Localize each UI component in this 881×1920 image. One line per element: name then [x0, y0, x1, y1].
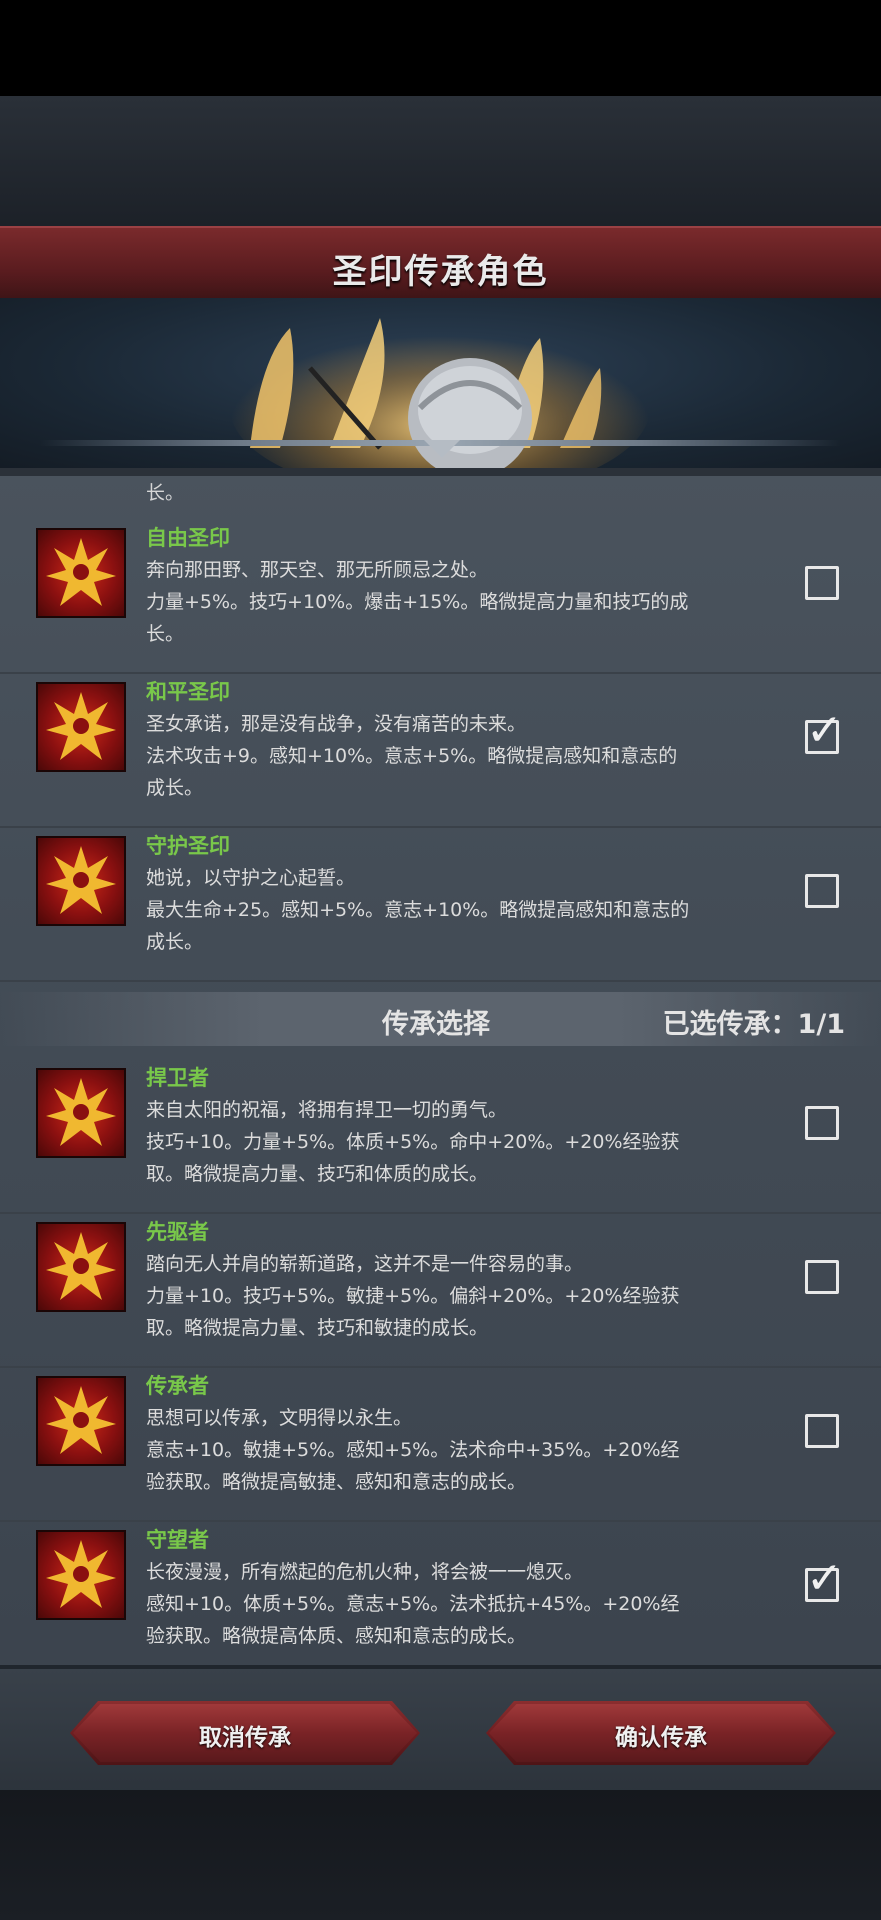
seal-stats-text: 力量+5%。技巧+10%。爆击+15%。略微提高力量和技巧的成 — [146, 591, 689, 613]
legacy-icon — [36, 1376, 126, 1466]
legacy-checkbox-checked[interactable]: ✓ — [805, 1557, 843, 1602]
seal-name: 和平圣印 — [146, 680, 230, 704]
background-lower — [0, 1790, 881, 1920]
confirm-legacy-label: 确认传承 — [615, 1725, 707, 1751]
seal-checkbox-checked[interactable]: ✓ — [805, 709, 843, 754]
legacy-description: 踏向无人并肩的崭新道路，这并不是一件容易的事。 力量+10。技巧+5%。敏捷+5… — [146, 1248, 786, 1344]
action-footer: 取消传承 确认传承 — [0, 1665, 881, 1794]
legacy-icon — [36, 1530, 126, 1620]
legacy-checkbox[interactable] — [805, 1414, 839, 1448]
legacy-description: 思想可以传承，文明得以永生。 意志+10。敏捷+5%。感知+5%。法术命中+35… — [146, 1402, 786, 1498]
seal-stats-text: 法术攻击+9。感知+10%。意志+5%。略微提高感知和意志的 — [146, 745, 678, 767]
seal-checkbox[interactable] — [805, 566, 839, 600]
seal-icon — [36, 682, 126, 772]
legacy-flavor-text: 长夜漫漫，所有燃起的危机火种，将会被一一熄灭。 — [146, 1561, 584, 1583]
legacy-description: 长夜漫漫，所有燃起的危机火种，将会被一一熄灭。 感知+10。体质+5%。意志+5… — [146, 1556, 786, 1652]
selected-count: 已选传承：1/1 — [662, 1009, 845, 1040]
legacy-checkbox[interactable] — [805, 1106, 839, 1140]
background-upper — [0, 96, 881, 226]
section-title: 传承选择 — [382, 1009, 490, 1040]
legacy-description: 来自太阳的祝福，将拥有捍卫一切的勇气。 技巧+10。力量+5%。体质+5%。命中… — [146, 1094, 786, 1190]
legacy-stats-text: 技巧+10。力量+5%。体质+5%。命中+20%。+20%经验获 — [146, 1131, 680, 1153]
list-item-cutoff-text: 长。 — [146, 482, 185, 504]
title-banner: 圣印传承角色 — [0, 226, 881, 302]
legacy-checkbox[interactable] — [805, 1260, 839, 1294]
seal-stats-text-cont: 成长。 — [146, 931, 204, 953]
legacy-stats-text: 感知+10。体质+5%。意志+5%。法术抵抗+45%。+20%经 — [146, 1593, 680, 1615]
legacy-stats-text-cont: 取。略微提高力量、技巧和体质的成长。 — [146, 1163, 489, 1185]
legacy-section-header: 传承选择 已选传承：1/1 — [0, 992, 881, 1046]
cancel-legacy-button[interactable]: 取消传承 — [70, 1701, 420, 1765]
page-title: 圣印传承角色 — [332, 252, 549, 292]
list-item-legacy-watcher[interactable]: 守望者 长夜漫漫，所有燃起的危机火种，将会被一一熄灭。 感知+10。体质+5%。… — [0, 1520, 881, 1665]
list-item-seal-guardian[interactable]: 守护圣印 她说，以守护之心起誓。 最大生命+25。感知+5%。意志+10%。略微… — [0, 826, 881, 982]
seal-name: 守护圣印 — [146, 834, 230, 858]
seal-description: 奔向那田野、那天空、那无所顾忌之处。 力量+5%。技巧+10%。爆击+15%。略… — [146, 554, 786, 650]
legacy-stats-text-cont: 验获取。略微提高体质、感知和意志的成长。 — [146, 1625, 527, 1647]
legacy-name: 守望者 — [146, 1528, 209, 1552]
scroll-down-indicator — [424, 440, 460, 458]
seal-stats-text-cont: 成长。 — [146, 777, 204, 799]
legacy-flavor-text: 踏向无人并肩的崭新道路，这并不是一件容易的事。 — [146, 1253, 584, 1275]
check-icon: ✓ — [806, 705, 843, 756]
status-bar-area — [0, 0, 881, 96]
character-art — [0, 298, 881, 468]
list-item-legacy-pioneer[interactable]: 先驱者 踏向无人并肩的崭新道路，这并不是一件容易的事。 力量+10。技巧+5%。… — [0, 1212, 881, 1368]
legacy-name: 捍卫者 — [146, 1066, 209, 1090]
legacy-stats-text-cont: 验获取。略微提高敏捷、感知和意志的成长。 — [146, 1471, 527, 1493]
legacy-icon — [36, 1222, 126, 1312]
seal-description: 圣女承诺，那是没有战争，没有痛苦的未来。 法术攻击+9。感知+10%。意志+5%… — [146, 708, 786, 804]
legacy-stats-text: 力量+10。技巧+5%。敏捷+5%。偏斜+20%。+20%经验获 — [146, 1285, 680, 1307]
list-item-legacy-inheritor[interactable]: 传承者 思想可以传承，文明得以永生。 意志+10。敏捷+5%。感知+5%。法术命… — [0, 1366, 881, 1522]
cancel-legacy-label: 取消传承 — [199, 1725, 291, 1751]
legacy-name: 传承者 — [146, 1374, 209, 1398]
seal-icon — [36, 836, 126, 926]
confirm-legacy-button[interactable]: 确认传承 — [486, 1701, 836, 1765]
legacy-stats-text-cont: 取。略微提高力量、技巧和敏捷的成长。 — [146, 1317, 489, 1339]
legacy-icon — [36, 1068, 126, 1158]
seal-checkbox[interactable] — [805, 874, 839, 908]
seal-name: 自由圣印 — [146, 526, 230, 550]
selection-list[interactable]: 长。 自由圣印 奔向那田野、那天空、那无所顾忌之处。 力量+5%。技巧+10%。… — [0, 468, 881, 1665]
list-item-legacy-defender[interactable]: 捍卫者 来自太阳的祝福，将拥有捍卫一切的勇气。 技巧+10。力量+5%。体质+5… — [0, 1058, 881, 1214]
list-item-seal-peace[interactable]: 和平圣印 圣女承诺，那是没有战争，没有痛苦的未来。 法术攻击+9。感知+10%。… — [0, 672, 881, 828]
seal-stats-text: 最大生命+25。感知+5%。意志+10%。略微提高感知和意志的 — [146, 899, 690, 921]
seal-description: 她说，以守护之心起誓。 最大生命+25。感知+5%。意志+10%。略微提高感知和… — [146, 862, 786, 958]
seal-flavor-text: 奔向那田野、那天空、那无所顾忌之处。 — [146, 559, 489, 581]
legacy-flavor-text: 来自太阳的祝福，将拥有捍卫一切的勇气。 — [146, 1099, 508, 1121]
legacy-stats-text: 意志+10。敏捷+5%。感知+5%。法术命中+35%。+20%经 — [146, 1439, 680, 1461]
check-icon: ✓ — [806, 1553, 843, 1604]
seal-flavor-text: 她说，以守护之心起誓。 — [146, 867, 356, 889]
list-item-seal-freedom[interactable]: 自由圣印 奔向那田野、那天空、那无所顾忌之处。 力量+5%。技巧+10%。爆击+… — [0, 518, 881, 674]
legacy-flavor-text: 思想可以传承，文明得以永生。 — [146, 1407, 413, 1429]
legacy-name: 先驱者 — [146, 1220, 209, 1244]
seal-flavor-text: 圣女承诺，那是没有战争，没有痛苦的未来。 — [146, 713, 527, 735]
seal-stats-text-cont: 长。 — [146, 623, 185, 645]
seal-icon — [36, 528, 126, 618]
